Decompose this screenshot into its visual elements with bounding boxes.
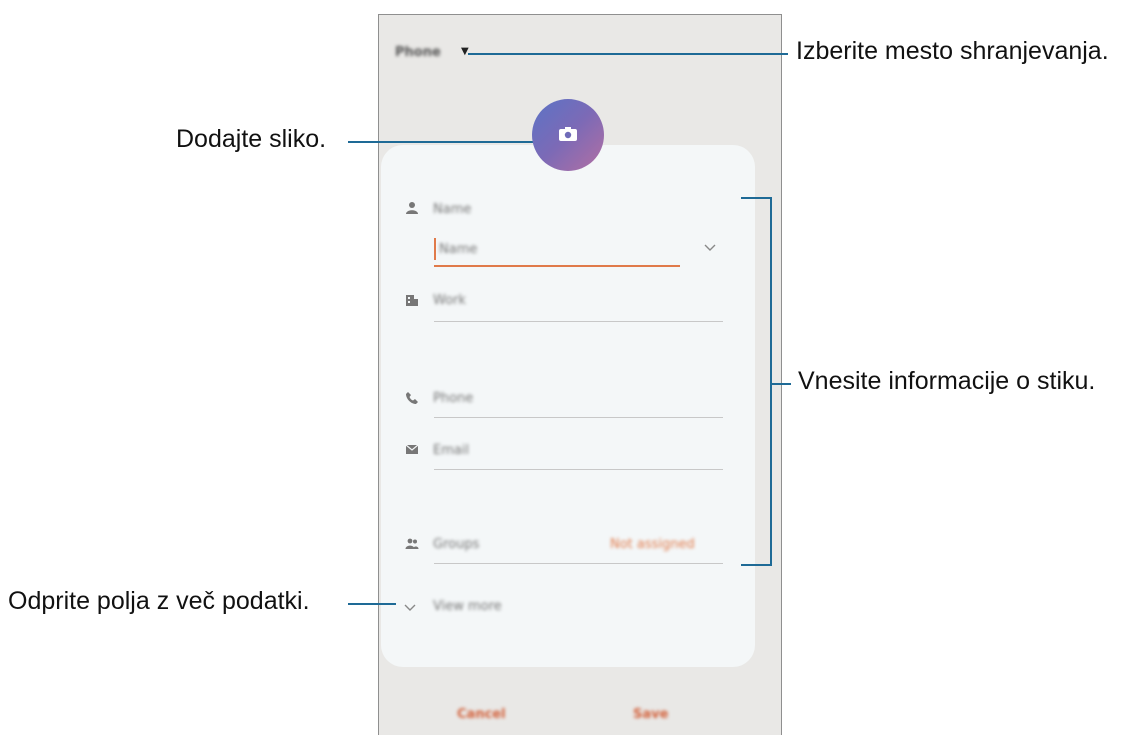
phone-icon: [406, 392, 418, 404]
phone-screen: Phone ▼ Name Name Work Phone Email Group…: [378, 14, 782, 735]
callout-storage: Izberite mesto shranjevanja.: [796, 37, 1109, 65]
cancel-button[interactable]: Cancel: [457, 707, 506, 722]
bracket-top: [741, 197, 771, 199]
bracket-bottom: [741, 564, 771, 566]
phone-underline: [434, 417, 723, 418]
callout-photo: Dodajte sliko.: [176, 125, 327, 153]
chevron-down-icon[interactable]: [703, 243, 717, 253]
storage-location-label[interactable]: Phone: [395, 45, 441, 60]
expand-more-icon[interactable]: [403, 603, 417, 613]
groups-field[interactable]: Groups: [433, 537, 479, 552]
name-input-underline: [434, 265, 680, 267]
callout-info: Vnesite informacije o stiku.: [798, 367, 1096, 395]
building-icon: [406, 295, 418, 306]
contact-form-card: Name Name Work Phone Email Groups Not as…: [381, 145, 755, 667]
groups-value[interactable]: Not assigned: [610, 537, 695, 552]
view-more-link[interactable]: View more: [433, 599, 502, 614]
text-cursor: [434, 238, 436, 260]
add-photo-button[interactable]: [532, 99, 604, 171]
phone-field[interactable]: Phone: [433, 391, 473, 406]
save-button[interactable]: Save: [633, 707, 668, 722]
email-underline: [434, 469, 723, 470]
camera-icon: [559, 127, 577, 141]
dropdown-caret-icon[interactable]: ▼: [461, 46, 469, 57]
callout-line-info: [771, 383, 791, 385]
callout-line-more: [348, 603, 396, 605]
name-input[interactable]: Name: [439, 242, 477, 257]
callout-line-photo: [348, 141, 534, 143]
groups-underline: [434, 563, 723, 564]
work-underline: [434, 321, 723, 322]
callout-more: Odprite polja z več podatki.: [8, 587, 310, 615]
callout-line-storage: [468, 53, 788, 55]
bracket-vertical: [770, 197, 772, 566]
email-field[interactable]: Email: [433, 443, 469, 458]
groups-icon: [405, 538, 419, 549]
person-icon: [406, 202, 418, 214]
email-icon: [405, 444, 419, 454]
work-field[interactable]: Work: [433, 293, 466, 308]
name-section-label: Name: [433, 202, 472, 217]
